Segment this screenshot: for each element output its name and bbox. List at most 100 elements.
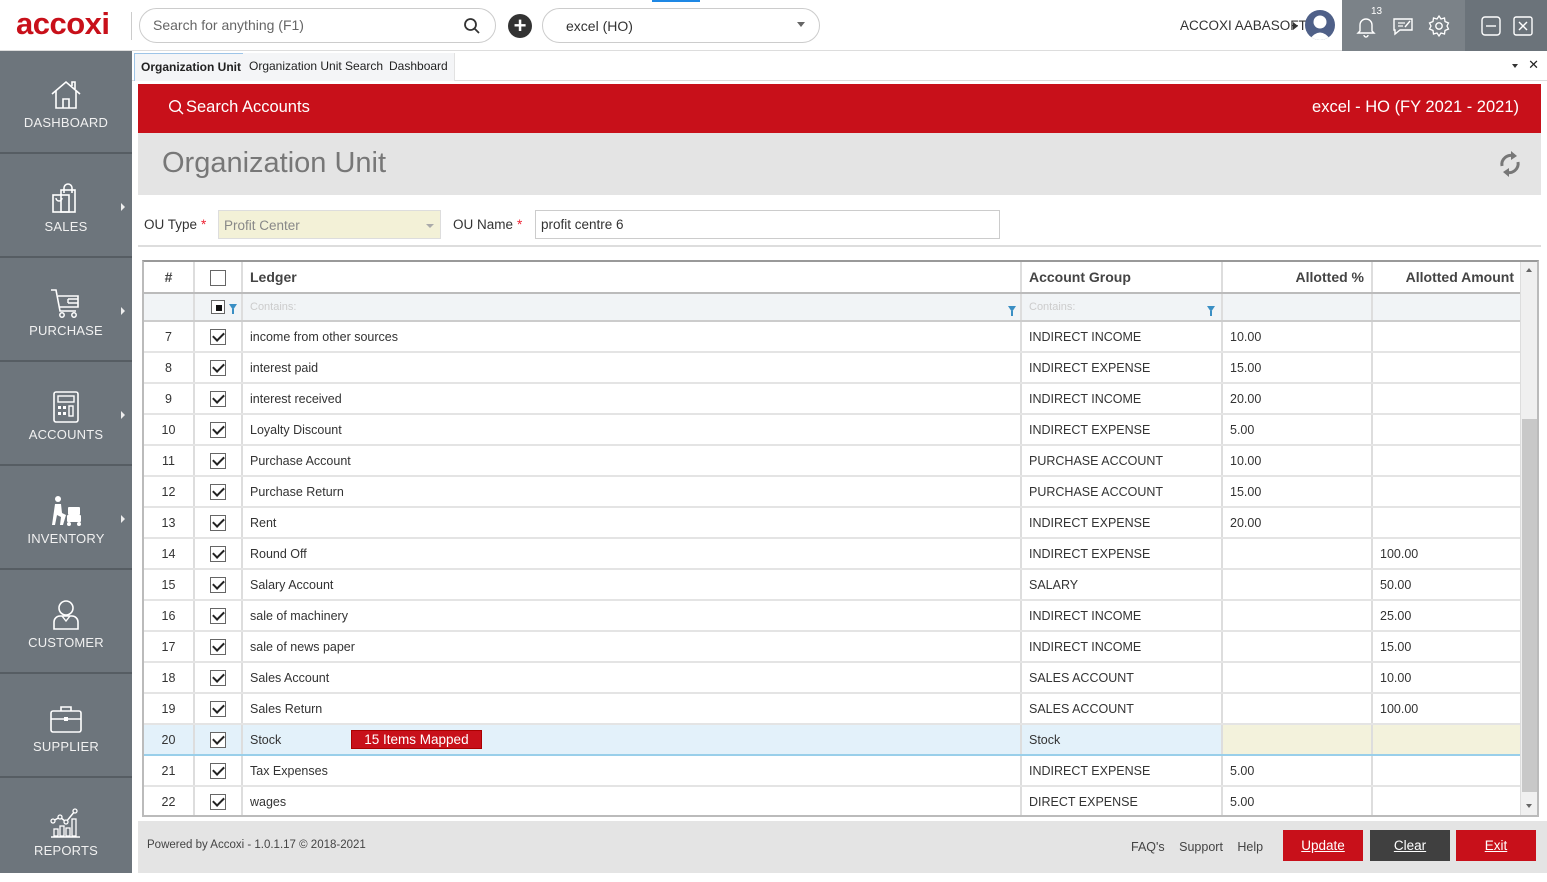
faq-link[interactable]: FAQ's	[1131, 840, 1165, 854]
allotted-amount-cell[interactable]	[1372, 507, 1523, 539]
row-checkbox[interactable]	[210, 483, 226, 500]
accoxi-logo[interactable]: accoxi	[16, 6, 110, 42]
ledger-cell[interactable]: Stock 15 Items Mapped	[242, 723, 1022, 756]
row-checkbox[interactable]	[210, 576, 226, 593]
allotted-percent-cell[interactable]: 15.00	[1222, 352, 1373, 384]
clear-button[interactable]: Clear	[1370, 830, 1450, 861]
row-select-cell[interactable]	[194, 569, 243, 601]
allotted-percent-cell[interactable]	[1222, 600, 1373, 632]
ou-type-select[interactable]: Profit Center	[218, 210, 441, 239]
row-checkbox[interactable]	[210, 762, 226, 779]
column-header-allotted-amount[interactable]: Allotted Amount	[1372, 262, 1523, 294]
row-checkbox[interactable]	[210, 421, 226, 438]
column-header-allotted-percent[interactable]: Allotted %	[1222, 262, 1373, 294]
row-select-cell[interactable]	[194, 662, 243, 694]
row-checkbox[interactable]	[210, 328, 226, 345]
support-link[interactable]: Support	[1179, 840, 1223, 854]
gear-icon[interactable]	[1427, 14, 1451, 38]
ledger-cell[interactable]: sale of news paper	[242, 631, 1022, 663]
table-row[interactable]: 18 Sales Account SALES ACCOUNT 10.00	[144, 662, 1523, 694]
ledger-cell[interactable]: Round Off	[242, 538, 1022, 570]
vertical-scrollbar[interactable]	[1520, 262, 1537, 815]
filter-icon[interactable]	[229, 304, 237, 314]
ledger-cell[interactable]: Rent	[242, 507, 1022, 539]
allotted-percent-cell[interactable]: 10.00	[1222, 321, 1373, 353]
user-name[interactable]: ACCOXI AABASOFT	[1180, 18, 1307, 33]
allotted-amount-cell[interactable]: 50.00	[1372, 569, 1523, 601]
ledger-cell[interactable]: Loyalty Discount	[242, 414, 1022, 446]
global-search[interactable]	[139, 8, 496, 43]
column-header-ledger[interactable]: Ledger	[242, 262, 1022, 294]
ledger-cell[interactable]: income from other sources	[242, 321, 1022, 353]
row-select-cell[interactable]	[194, 538, 243, 570]
filter-icon[interactable]	[1008, 306, 1016, 316]
global-search-input[interactable]	[153, 17, 453, 33]
items-mapped-badge[interactable]: 15 Items Mapped	[351, 730, 482, 749]
row-select-cell[interactable]	[194, 507, 243, 539]
scroll-down-icon[interactable]	[1526, 804, 1532, 808]
allotted-amount-cell[interactable]	[1372, 723, 1523, 756]
row-checkbox[interactable]	[210, 359, 226, 376]
column-header-select-all[interactable]	[194, 262, 243, 294]
sidebar-item-dashboard[interactable]: DASHBOARD	[0, 51, 132, 154]
column-header-account-group[interactable]: Account Group	[1021, 262, 1223, 294]
sidebar-item-purchase[interactable]: PURCHASE	[0, 259, 132, 362]
avatar[interactable]	[1305, 10, 1335, 40]
row-select-cell[interactable]	[194, 755, 243, 787]
row-checkbox[interactable]	[210, 638, 226, 655]
tab-organization-unit-search[interactable]: Organization Unit Search	[243, 53, 391, 81]
sidebar-item-accounts[interactable]: ACCOUNTS	[0, 363, 132, 466]
row-select-cell[interactable]	[194, 383, 243, 415]
allotted-amount-cell[interactable]: 10.00	[1372, 662, 1523, 694]
search-icon[interactable]	[463, 17, 481, 35]
row-select-cell[interactable]	[194, 321, 243, 353]
allotted-percent-cell[interactable]	[1222, 569, 1373, 601]
allotted-percent-cell[interactable]	[1222, 538, 1373, 570]
allotted-amount-cell[interactable]: 100.00	[1372, 538, 1523, 570]
search-accounts-button[interactable]: Search Accounts	[168, 98, 310, 117]
allotted-amount-cell[interactable]	[1372, 352, 1523, 384]
ledger-filter[interactable]: Contains:	[242, 293, 1022, 322]
allotted-amount-cell[interactable]	[1372, 414, 1523, 446]
allotted-percent-cell[interactable]: 20.00	[1222, 507, 1373, 539]
scrollbar-thumb[interactable]	[1522, 419, 1537, 792]
select-all-checkbox[interactable]	[210, 269, 226, 286]
row-select-cell[interactable]	[194, 786, 243, 815]
ledger-cell[interactable]: interest paid	[242, 352, 1022, 384]
refresh-icon[interactable]	[1496, 149, 1524, 179]
row-select-cell[interactable]	[194, 445, 243, 477]
allotted-percent-cell[interactable]: 15.00	[1222, 476, 1373, 508]
ledger-cell[interactable]: Purchase Return	[242, 476, 1022, 508]
row-checkbox[interactable]	[210, 514, 226, 531]
update-button[interactable]: Update	[1283, 830, 1363, 861]
allotted-percent-cell[interactable]	[1222, 662, 1373, 694]
account-group-filter[interactable]: Contains:	[1021, 293, 1223, 322]
sidebar-item-supplier[interactable]: SUPPLIER	[0, 675, 132, 778]
row-select-cell[interactable]	[194, 631, 243, 663]
tab-organization-unit[interactable]: Organization Unit	[134, 53, 248, 81]
close-icon[interactable]	[1511, 14, 1535, 38]
sidebar-item-reports[interactable]: REPORTS	[0, 779, 132, 882]
table-row[interactable]: 8 interest paid INDIRECT EXPENSE 15.00	[144, 352, 1523, 384]
allotted-amount-cell[interactable]	[1372, 476, 1523, 508]
exit-button[interactable]: Exit	[1456, 830, 1536, 861]
table-row[interactable]: 10 Loyalty Discount INDIRECT EXPENSE 5.00	[144, 414, 1523, 446]
table-row[interactable]: 22 wages DIRECT EXPENSE 5.00	[144, 786, 1523, 815]
allotted-amount-cell[interactable]	[1372, 786, 1523, 815]
table-row[interactable]: 20 Stock 15 Items Mapped Stock	[144, 723, 1523, 756]
ledger-cell[interactable]: Tax Expenses	[242, 755, 1022, 787]
close-tab-icon[interactable]: ✕	[1528, 57, 1539, 72]
bell-icon[interactable]	[1354, 14, 1378, 38]
allotted-amount-cell[interactable]: 100.00	[1372, 693, 1523, 725]
allotted-percent-cell[interactable]: 10.00	[1222, 445, 1373, 477]
tab-dashboard[interactable]: Dashboard	[383, 53, 455, 81]
user-menu-caret-icon[interactable]	[1293, 22, 1298, 30]
branch-select[interactable]: excel (HO)	[542, 8, 820, 43]
table-row[interactable]: 21 Tax Expenses INDIRECT EXPENSE 5.00	[144, 755, 1523, 787]
ledger-cell[interactable]: interest received	[242, 383, 1022, 415]
allotted-amount-cell[interactable]: 15.00	[1372, 631, 1523, 663]
table-row[interactable]: 11 Purchase Account PURCHASE ACCOUNT 10.00	[144, 445, 1523, 477]
scroll-up-icon[interactable]	[1526, 268, 1532, 272]
row-select-cell[interactable]	[194, 723, 243, 756]
allotted-amount-cell[interactable]: 25.00	[1372, 600, 1523, 632]
